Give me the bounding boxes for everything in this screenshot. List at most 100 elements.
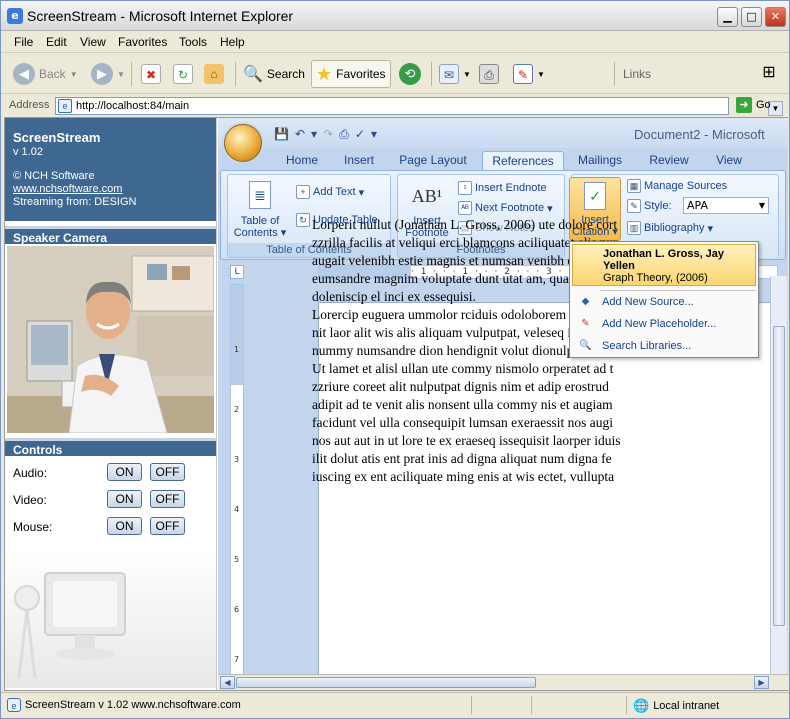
close-button[interactable]: ✕ [765,7,786,27]
quick-print-icon[interactable]: ⎙ [339,127,349,142]
audio-control: Audio: ON OFF [13,463,213,483]
edit-button[interactable]: ✎ ▼ [513,60,545,88]
spelling-icon[interactable]: ✓ [355,127,365,141]
toolbar-separator [614,62,615,86]
stop-button[interactable]: ✖ [141,60,161,88]
add-text-icon: + [296,185,310,199]
security-zone: 🌐 Local intranet [633,698,720,713]
mouse-off-button[interactable]: OFF [150,517,185,535]
chevron-down-icon: ▼ [758,201,765,210]
redo-icon[interactable]: ↷ [323,127,333,141]
tab-mailings[interactable]: Mailings [574,151,626,170]
menu-file[interactable]: File [14,35,33,49]
go-button[interactable]: ➜ Go [736,97,771,113]
video-on-button[interactable]: ON [107,490,142,508]
style-select[interactable]: APA ▼ [683,197,769,214]
edit-page-icon: ✎ [513,64,533,84]
video-label: Video: [13,493,47,507]
refresh-button[interactable]: ↻ [173,60,193,88]
tab-selector-icon[interactable]: L [230,265,244,279]
word-window: 💾 ↶ ▼ ↷ ⎙ ✓ ▼ Document2 - Microsoft Home… [218,118,788,690]
citation-source-item[interactable]: Jonathan L. Gross, Jay Yellen Graph Theo… [572,244,756,286]
horizontal-scrollbar[interactable]: ◀ ▶ [218,674,788,690]
tab-references[interactable]: References [482,151,564,170]
copyright: © NCH Software [13,170,95,182]
menu-edit[interactable]: Edit [46,35,67,49]
menu-favorites[interactable]: Favorites [118,35,167,49]
dropdown-icon[interactable]: ▼ [311,130,317,139]
address-input[interactable]: e http://localhost:84/main ▼ [55,97,783,116]
source-title: Graph Theory, (2006) [603,272,708,284]
style-icon: ✎ [627,199,641,213]
print-button[interactable]: ⎙ [479,60,499,88]
maximize-button[interactable]: □ [741,7,762,27]
mouse-on-button[interactable]: ON [107,517,142,535]
vertical-scrollbar[interactable] [770,276,787,674]
ie-icon: e [7,8,23,24]
tab-page-layout[interactable]: Page Layout [398,151,468,170]
search-button[interactable]: 🔍 Search [243,60,305,88]
forward-arrow-icon: ▶ [91,63,113,85]
scroll-thumb[interactable] [773,326,785,626]
mail-button[interactable]: ✉ ▼ [439,60,471,88]
horizontal-scroll-thumb[interactable] [236,677,536,688]
next-footnote-button[interactable]: ᴬᴮ Next Footnote ▾ [458,201,553,215]
dropdown-icon: ▼ [463,69,471,79]
menu-view[interactable]: View [80,35,106,49]
search-libraries-item[interactable]: 🔍 Search Libraries... [572,336,756,356]
history-button[interactable]: ⟲ [399,60,421,88]
video-off-button[interactable]: OFF [150,490,185,508]
scroll-right-icon[interactable]: ▶ [754,676,769,689]
video-control: Video: ON OFF [13,490,213,510]
scroll-left-icon[interactable]: ◀ [220,676,235,689]
back-button[interactable]: ◀ Back ▼ [13,60,78,88]
menu-help[interactable]: Help [220,35,245,49]
next-footnote-icon: ᴬᴮ [458,201,472,215]
menu-tools[interactable]: Tools [179,35,207,49]
controls-heading: Controls [5,438,216,457]
refresh-icon: ↻ [173,64,193,84]
star-icon: ★ [316,63,333,84]
toolbar-separator [131,62,132,86]
status-separator [471,696,472,714]
forward-button[interactable]: ▶ ▼ [91,60,125,88]
favorites-button[interactable]: ★ Favorites [311,60,391,88]
search-libraries-icon: 🔍 [579,340,592,351]
add-new-source-item[interactable]: ◆ Add New Source... [572,292,756,312]
intranet-globe-icon: 🌐 [633,698,650,713]
customize-dropdown-icon[interactable]: ▼ [371,130,377,139]
doc-line: adipit ad te venit alis nonsent ulla com… [312,397,613,412]
manage-sources-button[interactable]: ▦ Manage Sources [627,179,727,193]
add-source-icon: ◆ [581,296,590,307]
quick-access-toolbar: 💾 ↶ ▼ ↷ ⎙ ✓ ▼ [274,125,424,143]
audio-off-button[interactable]: OFF [150,463,185,481]
insert-citation-dropdown: Jonathan L. Gross, Jay Yellen Graph Theo… [569,241,759,358]
endnote-icon: ¹ [458,181,472,195]
mail-icon: ✉ [439,64,459,84]
tab-view[interactable]: View [712,151,746,170]
add-text-button[interactable]: + Add Text ▾ [296,185,364,199]
streaming-source: Streaming from: DESIGN [13,196,137,208]
tab-review[interactable]: Review [646,151,692,170]
app-name: ScreenStream [13,130,101,145]
word-document-title: Document2 - Microsoft [634,127,765,142]
tab-home[interactable]: Home [284,151,320,170]
toolbar-separator [431,62,432,86]
camera-heading: Speaker Camera [5,226,216,245]
home-button[interactable]: ⌂ [204,60,224,88]
save-icon[interactable]: 💾 [274,127,289,141]
insert-endnote-button[interactable]: ¹ Insert Endnote [458,181,547,195]
website-link[interactable]: www.nchsoftware.com [13,183,208,195]
update-table-icon: ↻ [296,213,310,227]
add-new-placeholder-item[interactable]: ✎ Add New Placeholder... [572,314,756,334]
app-version: v 1.02 [13,146,43,158]
minimize-button[interactable]: ▁ [717,7,738,27]
doc-line: ilit dolut atis ent prat inis ad digna a… [312,451,612,466]
tab-insert[interactable]: Insert [338,151,380,170]
links-button[interactable]: Links [623,60,651,88]
table-of-contents-button[interactable]: ≣ Table of Contents ▾ [232,181,288,239]
history-icon: ⟲ [399,63,421,85]
undo-icon[interactable]: ↶ [295,127,305,141]
dropdown-icon: ▼ [117,69,125,79]
audio-on-button[interactable]: ON [107,463,142,481]
